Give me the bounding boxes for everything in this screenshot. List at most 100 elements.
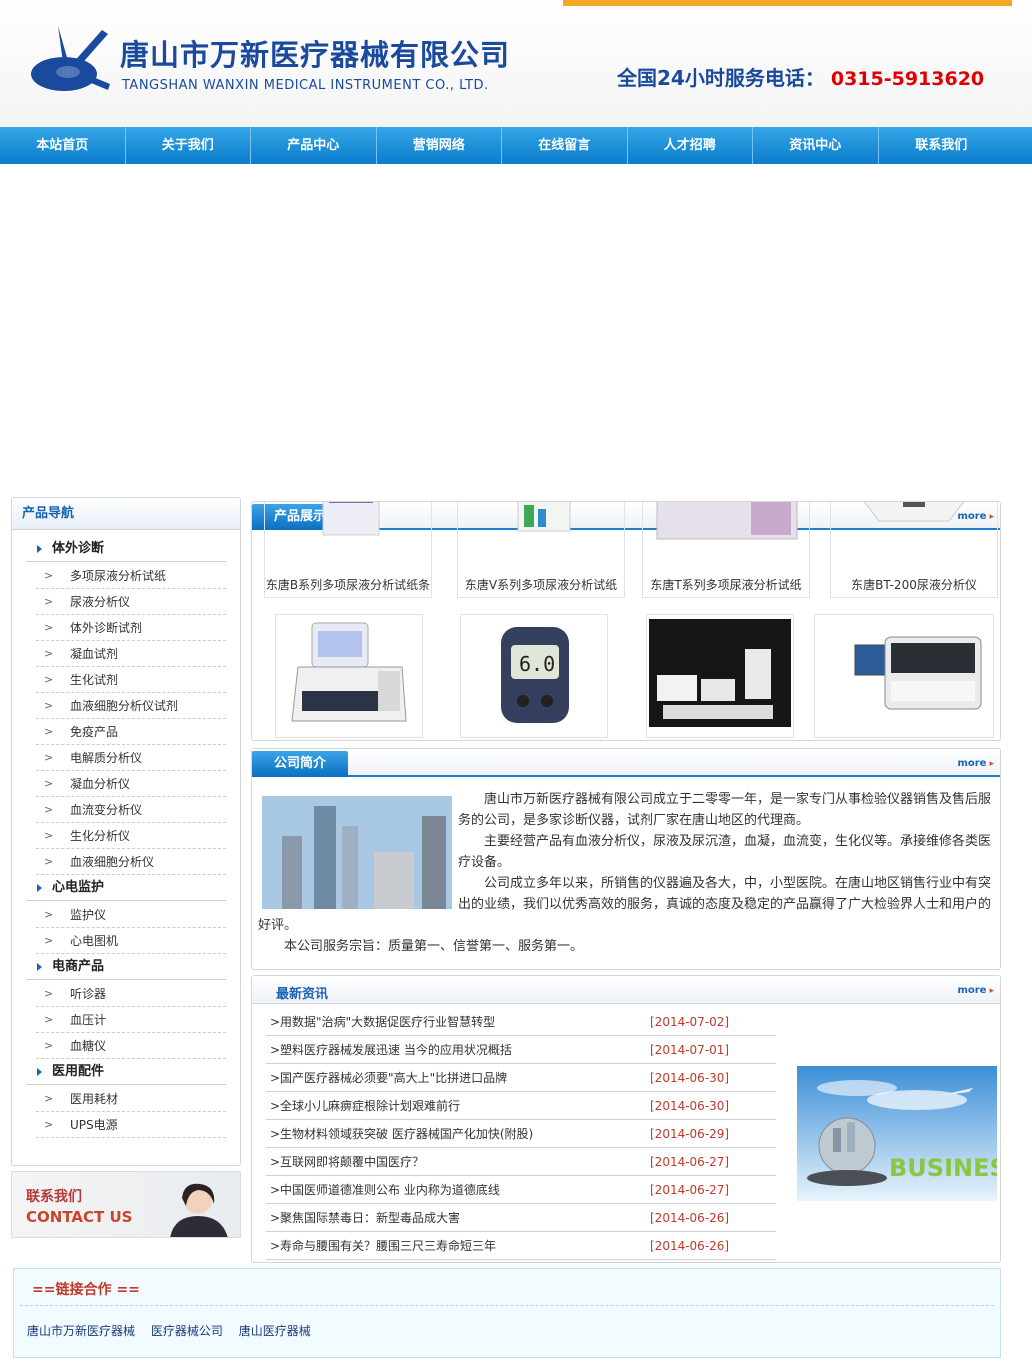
news-item-title[interactable]: >互联网即将颠覆中国医疗？ <box>270 1148 424 1176</box>
nav-about[interactable]: 关于我们 <box>126 127 251 164</box>
nav-home[interactable]: 本站首页 <box>0 127 126 164</box>
contact-us-banner[interactable]: 联系我们 CONTACT US <box>11 1171 241 1238</box>
sidebar-title: 产品导航 <box>12 498 240 530</box>
news-item-title[interactable]: >中国医师道德准则公布 业内称为道德底线 <box>270 1176 500 1204</box>
category-item[interactable]: 免疫产品 <box>36 719 226 745</box>
category-item[interactable]: 血压计 <box>36 1007 226 1033</box>
news-header: 最新资讯 more <box>252 976 1000 1004</box>
news-item-date: [2014-06-30] <box>650 1099 730 1113</box>
category-item[interactable]: 血液细胞分析仪试剂 <box>36 693 226 719</box>
category-item[interactable]: 尿液分析仪 <box>36 589 226 615</box>
category-item[interactable]: 听诊器 <box>36 981 226 1007</box>
category-item[interactable]: 生化分析仪 <box>36 823 226 849</box>
top-accent-bar <box>563 0 1012 6</box>
intro-more-link[interactable]: more <box>957 758 994 769</box>
category-item[interactable]: 凝血试剂 <box>36 641 226 667</box>
category-item[interactable]: UPS电源 <box>36 1112 226 1138</box>
news-item-title[interactable]: >聚焦国际禁毒日：新型毒品成大害 <box>270 1204 460 1232</box>
partner-link[interactable]: 医疗器械公司 <box>151 1324 223 1338</box>
category-item[interactable]: 生化试剂 <box>36 667 226 693</box>
news-item-date: [2014-06-27] <box>650 1183 730 1197</box>
nav-products[interactable]: 产品中心 <box>251 127 377 164</box>
news-row[interactable]: >寿命与腰围有关？腰围三尺三寿命短三年 [2014-06-26] <box>266 1232 776 1260</box>
news-row[interactable]: >中国医师道德准则公布 业内称为道德底线 [2014-06-27] <box>266 1176 776 1204</box>
news-item-date: [2014-07-01] <box>650 1043 730 1057</box>
category-ecommerce[interactable]: 电商产品 <box>26 954 226 980</box>
category-list: 体外诊断 多项尿液分析试纸 尿液分析仪 体外诊断试剂 凝血试剂 生化试剂 血液细… <box>26 536 226 1138</box>
category-item[interactable]: 医用耗材 <box>36 1086 226 1112</box>
category-ecg[interactable]: 心电监护 <box>26 875 226 901</box>
news-item-date: [2014-06-26] <box>650 1239 730 1253</box>
nav-jobs[interactable]: 人才招聘 <box>628 127 753 164</box>
product-card[interactable]: 东唐BT-200尿液分析仪 <box>830 502 998 598</box>
category-accessories[interactable]: 医用配件 <box>26 1059 226 1085</box>
news-item-date: [2014-06-26] <box>650 1211 730 1225</box>
intro-header: 公司简介 more <box>252 749 1000 777</box>
news-item-title[interactable]: >全球小儿麻痹症根除计划艰难前行 <box>270 1092 460 1120</box>
urine-test-strip-image <box>656 502 798 540</box>
links-row: 唐山市万新医疗器械 医疗器械公司 唐山医疗器械 <box>27 1322 323 1339</box>
intro-text: 唐山市万新医疗器械有限公司成立于二零零一年，是一家专门从事检验仪器销售及售后服务… <box>258 789 996 957</box>
product-card[interactable]: 东唐T系列多项尿液分析试纸 <box>642 502 810 598</box>
news-row[interactable]: >用数据"治病"大数据促医疗行业智慧转型 [2014-07-02] <box>266 1008 776 1036</box>
company-name-cn: 唐山市万新医疗器械有限公司 <box>120 38 511 72</box>
news-row[interactable]: >互联网即将颠覆中国医疗？ [2014-06-27] <box>266 1148 776 1176</box>
nav-network[interactable]: 营销网络 <box>377 127 502 164</box>
product-card[interactable] <box>646 614 794 738</box>
product-card[interactable]: 东唐V系列多项尿液分析试纸 <box>457 502 625 598</box>
glucose-meter-image: 6.0 <box>501 627 569 723</box>
product-showcase: 产品展示 more 东唐B系列多项尿液分析试纸条 东唐V系列多项尿液分析试纸 东… <box>251 501 1001 741</box>
product-card[interactable] <box>814 614 994 738</box>
news-item-title[interactable]: >塑料医疗器械发展迅速 当今的应用状况概括 <box>270 1036 512 1064</box>
news-item-date: [2014-07-02] <box>650 1015 730 1029</box>
category-item[interactable]: 监护仪 <box>36 902 226 928</box>
news-more-link[interactable]: more <box>957 985 994 996</box>
links-divider <box>20 1305 994 1306</box>
nav-news[interactable]: 资讯中心 <box>753 127 879 164</box>
product-card[interactable] <box>275 614 423 738</box>
hotline-number: 0315-5913620 <box>830 68 985 90</box>
category-item[interactable]: 多项尿液分析试纸 <box>36 563 226 589</box>
category-item[interactable]: 电解质分析仪 <box>36 745 226 771</box>
news-title: 最新资讯 <box>276 987 329 1002</box>
category-ivd[interactable]: 体外诊断 <box>26 536 226 562</box>
business-globe-image: BUSINESS <box>797 1066 997 1201</box>
partner-link[interactable]: 唐山医疗器械 <box>239 1324 311 1338</box>
news-item-title[interactable]: >国产医疗器械必须要"高大上"比拼进口品牌 <box>270 1064 507 1092</box>
svg-text:6.0: 6.0 <box>519 652 555 676</box>
nav-contact[interactable]: 联系我们 <box>879 127 1005 164</box>
biochemistry-analyzer-image <box>854 636 982 710</box>
category-item[interactable]: 体外诊断试剂 <box>36 615 226 641</box>
partner-link[interactable]: 唐山市万新医疗器械 <box>27 1324 135 1338</box>
business-text: BUSINESS <box>889 1154 997 1182</box>
links-title: ==链接合作 == <box>32 1282 140 1298</box>
product-caption: 东唐T系列多项尿液分析试纸 <box>650 578 802 592</box>
news-row[interactable]: >聚焦国际禁毒日：新型毒品成大害 [2014-06-26] <box>266 1204 776 1232</box>
category-item[interactable]: 血流变分析仪 <box>36 797 226 823</box>
product-card[interactable]: 6.0 <box>460 614 608 738</box>
urine-test-strip-image <box>322 502 380 536</box>
category-item[interactable]: 血液细胞分析仪 <box>36 849 226 875</box>
latest-news: 最新资讯 more >用数据"治病"大数据促医疗行业智慧转型 [2014-07-0… <box>251 975 1001 1263</box>
news-row[interactable]: >全球小儿麻痹症根除计划艰难前行 [2014-06-30] <box>266 1092 776 1120</box>
main-nav: 本站首页 关于我们 产品中心 营销网络 在线留言 人才招聘 资讯中心 联系我们 <box>0 127 1032 164</box>
category-item[interactable]: 心电图机 <box>36 928 226 954</box>
category-item[interactable]: 凝血分析仪 <box>36 771 226 797</box>
nav-message[interactable]: 在线留言 <box>502 127 628 164</box>
product-caption: 东唐B系列多项尿液分析试纸条 <box>265 578 431 592</box>
company-name-en: TANGSHAN WANXIN MEDICAL INSTRUMENT CO., … <box>122 78 489 93</box>
news-row[interactable]: >塑料医疗器械发展迅速 当今的应用状况概括 [2014-07-01] <box>266 1036 776 1064</box>
product-nav-sidebar: 产品导航 体外诊断 多项尿液分析试纸 尿液分析仪 体外诊断试剂 凝血试剂 生化试… <box>11 497 241 1166</box>
customer-service-person-icon <box>170 1183 228 1237</box>
news-row[interactable]: >生物材料领域获突破 医疗器械国产化加快(附股) [2014-06-29] <box>266 1120 776 1148</box>
news-item-title[interactable]: >用数据"治病"大数据促医疗行业智慧转型 <box>270 1008 495 1036</box>
product-card[interactable]: 东唐B系列多项尿液分析试纸条 <box>264 502 432 598</box>
news-list: >用数据"治病"大数据促医疗行业智慧转型 [2014-07-02] >塑料医疗器械… <box>266 1008 776 1260</box>
contact-cn: 联系我们 <box>26 1189 82 1205</box>
news-item-title[interactable]: >生物材料领域获突破 医疗器械国产化加快(附股) <box>270 1120 533 1148</box>
news-row[interactable]: >国产医疗器械必须要"高大上"比拼进口品牌 [2014-06-30] <box>266 1064 776 1092</box>
category-item[interactable]: 血糖仪 <box>36 1033 226 1059</box>
logo-icon[interactable] <box>28 20 114 96</box>
hotline: 全国24小时服务电话： 0315-5913620 <box>617 62 984 91</box>
news-item-title[interactable]: >寿命与腰围有关？腰围三尺三寿命短三年 <box>270 1232 496 1260</box>
